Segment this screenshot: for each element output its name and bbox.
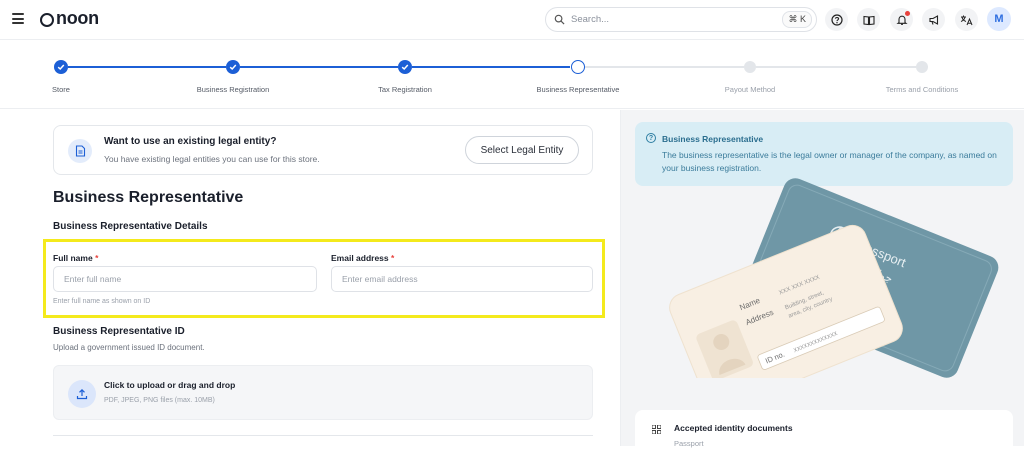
info-text: The business representative is the legal… [662,150,997,173]
section-title: Business Representative Details [53,221,208,232]
step-payout-method [744,61,756,73]
email-label: Email address * [331,253,395,263]
menu-icon[interactable] [12,13,24,25]
upload-title: Click to upload or drag and drop [104,380,236,390]
step-label-business-registration: Business Registration [196,85,270,94]
translate-icon[interactable] [955,8,978,31]
step-label-business-representative: Business Representative [536,85,620,94]
step-label-terms: Terms and Conditions [885,85,959,94]
page-title: Business Representative [53,189,244,206]
divider [53,435,593,436]
step-connector [584,66,744,68]
step-connector [756,66,916,68]
step-connector [412,66,570,68]
grid-icon [652,425,661,434]
email-field[interactable]: Enter email address [331,266,593,292]
entity-subtitle: You have existing legal entities you can… [104,154,320,164]
help-panel: ? Business Representative The business r… [620,110,1024,450]
book-icon[interactable] [857,8,880,31]
logo-mark [40,12,54,27]
accepted-documents-title: Accepted identity documents [674,423,793,433]
step-connector [240,66,398,68]
accepted-document-item: Passport [674,439,704,448]
id-section-title: Business Representative ID [53,326,185,337]
upload-dropzone[interactable]: Click to upload or drag and drop PDF, JP… [53,365,593,420]
step-connector [68,66,226,68]
step-store-check-icon[interactable] [54,60,68,74]
search-placeholder: Search... [571,14,610,25]
search-shortcut: ⌘ K [782,11,812,28]
accepted-documents-card: Accepted identity documents Passport [635,410,1013,450]
info-title: Business Representative [662,134,764,144]
step-label-store: Store [52,85,70,94]
id-section-subtitle: Upload a government issued ID document. [53,343,205,352]
full-name-placeholder: Enter full name [64,274,122,284]
email-placeholder: Enter email address [342,274,418,284]
form-panel: Want to use an existing legal entity? Yo… [0,110,620,446]
step-business-registration-check-icon[interactable] [226,60,240,74]
step-business-representative[interactable] [571,60,585,74]
help-icon[interactable] [825,8,848,31]
entity-title: Want to use an existing legal entity? [104,136,277,147]
search-icon [554,14,565,25]
step-label-tax-registration: Tax Registration [378,85,432,94]
search-input[interactable]: Search... ⌘ K [545,7,817,32]
notification-dot [905,11,910,16]
avatar[interactable]: M [987,7,1011,31]
step-label-payout-method: Payout Method [724,85,776,94]
help-circle-icon: ? [646,133,656,143]
full-name-helper: Enter full name as shown on ID [53,298,151,305]
upload-icon [68,380,96,408]
step-terms [916,61,928,73]
top-bar: noon Search... ⌘ K M [0,0,1024,40]
bell-icon[interactable] [890,8,913,31]
info-box: ? Business Representative The business r… [635,122,1013,186]
full-name-label: Full name * [53,253,99,263]
progress-stepper: Store Business Registration Tax Registra… [0,41,1024,109]
id-documents-illustration: Passport جواز سفر Name XXX XXX XXXX Addr… [669,178,999,378]
logo[interactable]: noon [40,8,99,29]
select-legal-entity-button[interactable]: Select Legal Entity [465,136,579,164]
logo-text: noon [56,8,99,28]
full-name-input[interactable]: Enter full name [53,266,317,292]
document-icon [68,139,92,163]
existing-entity-card: Want to use an existing legal entity? Yo… [53,125,593,175]
upload-subtitle: PDF, JPEG, PNG files (max. 10MB) [104,397,215,404]
step-tax-registration-check-icon[interactable] [398,60,412,74]
megaphone-icon[interactable] [922,8,945,31]
